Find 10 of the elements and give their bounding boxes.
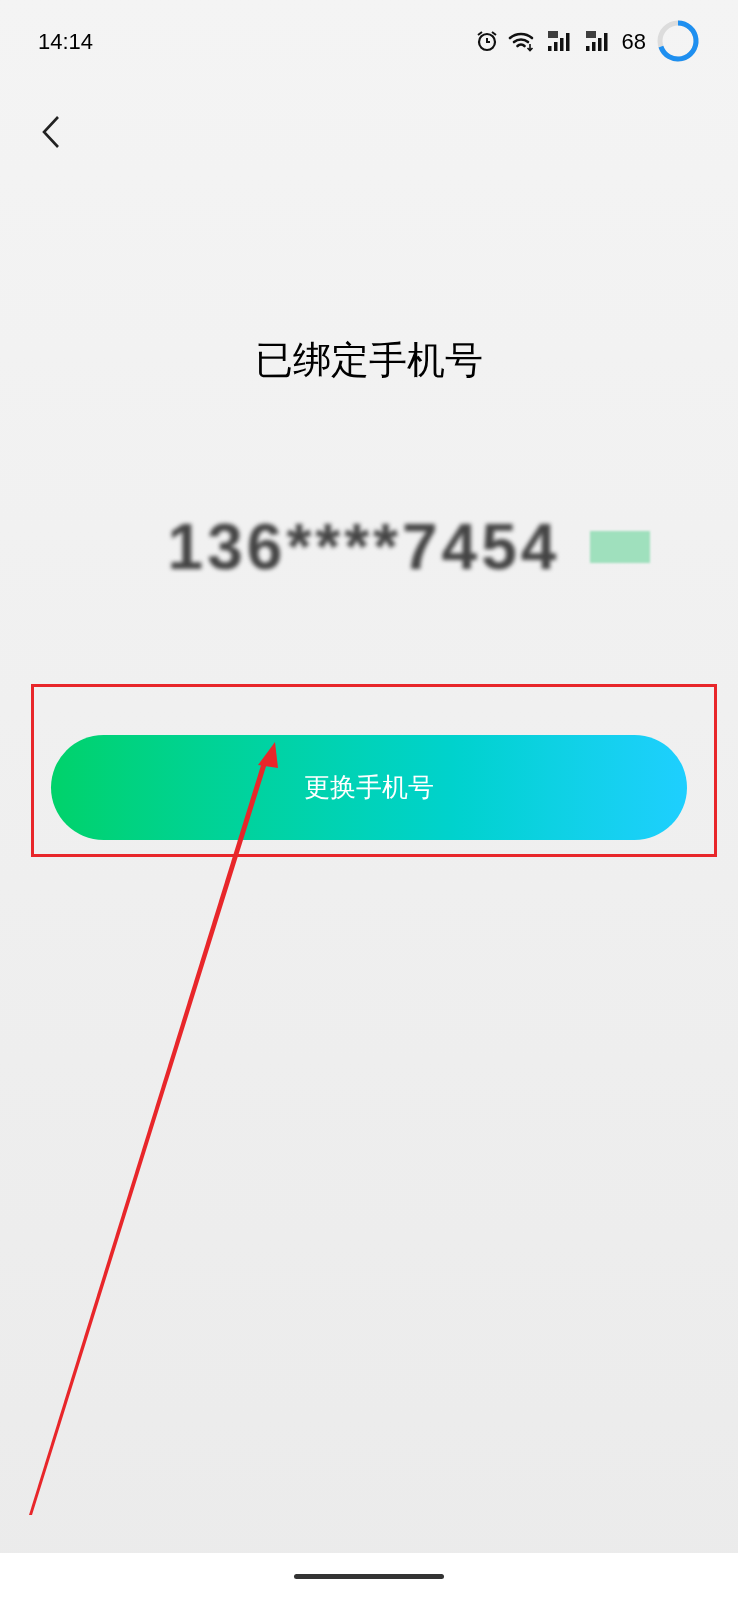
alarm-clock-icon <box>475 30 498 52</box>
page-title: 已绑定手机号 <box>255 338 483 383</box>
phone-number: 136****7454 <box>167 510 561 585</box>
wifi-icon <box>507 30 536 52</box>
change-phone-button[interactable]: 更换手机号 <box>51 735 687 840</box>
pixelated-mark <box>590 531 651 563</box>
battery-level: 68 <box>621 27 646 56</box>
battery-ring-icon <box>656 19 700 63</box>
status-time: 14:14 <box>38 27 94 56</box>
back-icon[interactable] <box>40 114 62 150</box>
